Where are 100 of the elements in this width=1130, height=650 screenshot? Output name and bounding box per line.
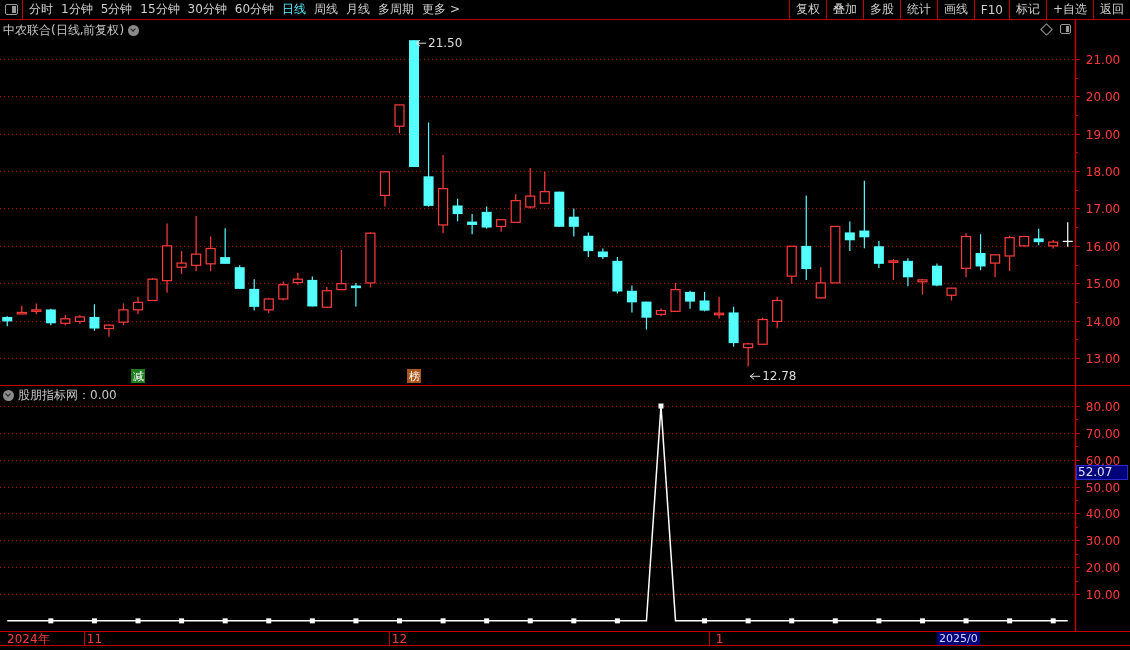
point-marker <box>135 618 141 624</box>
price-axis-label: 21.00 <box>1085 52 1121 67</box>
candlestick <box>757 317 768 345</box>
point-marker <box>484 618 490 624</box>
candlestick <box>394 104 405 134</box>
candlestick <box>45 308 56 326</box>
chevron-down-icon[interactable] <box>3 390 14 401</box>
period-tab[interactable]: 周线 <box>310 0 343 19</box>
indicator-axis-label: 60.00 <box>1085 453 1121 468</box>
candlestick <box>2 315 13 327</box>
candlestick <box>1019 235 1030 248</box>
candlestick <box>525 167 536 210</box>
candlestick <box>859 180 870 249</box>
point-marker <box>222 618 228 624</box>
panel-toggle-icon[interactable] <box>1060 24 1071 34</box>
period-tab[interactable]: 分时 <box>25 0 57 19</box>
point-marker <box>919 618 925 624</box>
point-marker <box>963 618 969 624</box>
point-marker <box>309 618 315 624</box>
point-marker <box>440 618 446 624</box>
candlestick <box>830 225 841 284</box>
point-marker <box>614 618 620 624</box>
toolbar-button[interactable]: F10 <box>973 0 1009 19</box>
candlestick <box>873 240 884 269</box>
candlestick <box>205 235 216 272</box>
candlestick <box>554 191 565 228</box>
candlestick <box>263 297 274 314</box>
candlestick <box>220 227 231 265</box>
candlestick <box>161 222 173 294</box>
toolbar-button[interactable]: 多股 <box>862 0 900 19</box>
price-axis-label: 19.00 <box>1085 127 1121 142</box>
candlestick <box>89 303 100 332</box>
candlestick <box>960 232 972 278</box>
point-marker <box>353 618 359 624</box>
price-axis-label: 20.00 <box>1085 89 1121 104</box>
candlestick <box>815 266 826 300</box>
period-tab[interactable]: 30分钟 <box>183 0 231 19</box>
toolbar-button[interactable]: 统计 <box>899 0 937 19</box>
point-marker <box>1050 618 1056 624</box>
point-marker <box>876 618 882 624</box>
candlestick <box>365 231 376 288</box>
price-axis-label: 17.00 <box>1085 201 1121 216</box>
signal-badge: 榜 <box>407 369 421 383</box>
candlestick <box>597 247 608 260</box>
date-axis-label: 12 <box>391 632 408 646</box>
high-price-label: 21.50 <box>415 36 463 51</box>
candlestick <box>176 250 187 275</box>
candlestick <box>16 305 27 315</box>
toolbar-button[interactable]: 复权 <box>788 0 826 19</box>
period-tab[interactable]: 月线 <box>342 0 375 19</box>
period-tab[interactable]: 15分钟 <box>136 0 184 19</box>
price-axis-label: 18.00 <box>1085 164 1121 179</box>
cursor-value-label: 52.07 <box>1076 465 1128 480</box>
indicator-axis-label: 50.00 <box>1085 480 1121 495</box>
chevron-down-icon[interactable] <box>128 25 140 36</box>
toolbar-button[interactable]: 返回 <box>1093 0 1130 19</box>
candlestick <box>786 245 797 285</box>
indicator-axis-label: 40.00 <box>1085 506 1121 521</box>
candlestick <box>612 256 623 294</box>
indicator-axis-label: 30.00 <box>1085 533 1121 548</box>
toolbar-button[interactable]: 叠加 <box>825 0 863 19</box>
candlestick <box>772 296 783 329</box>
price-axis-label: 16.00 <box>1085 239 1121 254</box>
panel-toggle-icon[interactable] <box>4 4 18 15</box>
indicator-axis-label: 20.00 <box>1085 560 1121 575</box>
chart-title: 中农联合(日线,前复权) <box>3 22 125 39</box>
point-marker <box>658 403 664 409</box>
candlestick <box>568 207 579 238</box>
candlestick <box>975 233 986 271</box>
date-axis-label: 11 <box>86 632 103 646</box>
point-marker <box>397 618 402 624</box>
indicator-title: 股朋指标网：0.00 <box>18 387 117 404</box>
candlestick <box>132 296 144 315</box>
candlestick <box>510 193 521 223</box>
candlestick <box>379 171 391 208</box>
candlestick <box>1062 221 1074 248</box>
candlestick <box>946 287 957 302</box>
candlestick <box>1048 239 1059 250</box>
toolbar-button[interactable]: 画线 <box>936 0 974 19</box>
period-tab[interactable]: 1分钟 <box>57 0 97 19</box>
toolbar-button[interactable]: +自选 <box>1045 0 1093 19</box>
period-tab[interactable]: 多周期 <box>374 0 419 19</box>
candlestick <box>902 257 913 287</box>
indicator-axis-label: 70.00 <box>1085 426 1121 441</box>
point-marker <box>832 618 838 624</box>
candlestick <box>31 302 42 315</box>
period-tab[interactable]: 更多 > <box>418 0 464 19</box>
toolbar-button[interactable]: 标记 <box>1008 0 1046 19</box>
date-axis-label: 1 <box>715 632 724 646</box>
period-tab[interactable]: 日线 <box>278 0 311 19</box>
point-marker <box>91 618 97 624</box>
period-tab[interactable]: 5分钟 <box>96 0 137 19</box>
candlestick <box>292 272 303 286</box>
period-tab[interactable]: 60分钟 <box>230 0 279 19</box>
candlestick <box>743 342 754 367</box>
point-marker <box>571 618 577 624</box>
price-axis-label: 13.00 <box>1085 351 1121 366</box>
candlestick <box>467 213 478 235</box>
candlestick <box>1033 228 1044 246</box>
candlestick <box>539 171 550 204</box>
